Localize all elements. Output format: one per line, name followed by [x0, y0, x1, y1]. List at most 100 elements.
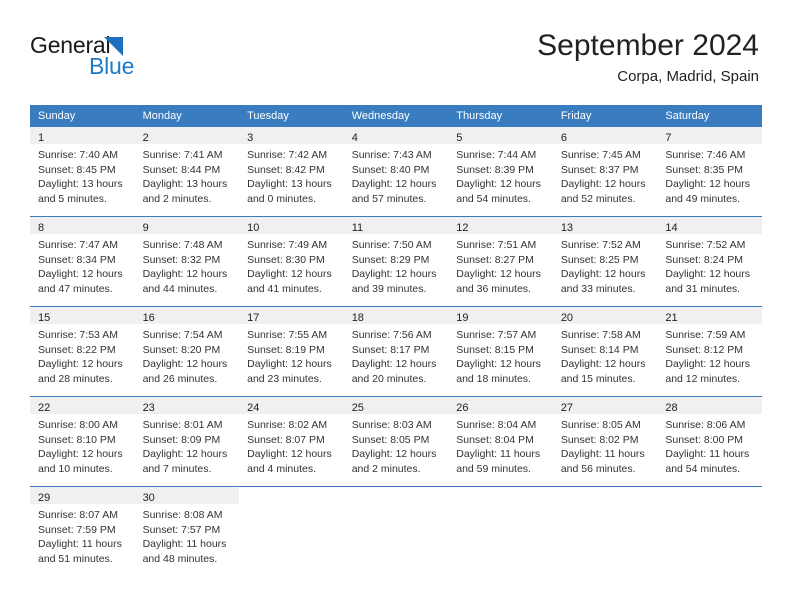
sunrise-time: Sunrise: 7:47 AM — [38, 239, 118, 251]
day-number: 11 — [351, 222, 364, 234]
daylight-duration-line1: Daylight: 12 hours — [38, 268, 123, 281]
day-sun-info: Sunrise: 8:07 AM Sunset: 7:59 PM Daylight:… — [30, 504, 135, 566]
calendar-day-cell[interactable]: 2 Sunrise: 7:41 AM Sunset: 8:44 PM Daylight… — [134, 127, 240, 217]
day-number: 9 — [142, 222, 149, 234]
sunset-time: Sunset: 8:22 PM — [38, 343, 116, 356]
sunrise-time: Sunrise: 7:57 AM — [456, 329, 537, 341]
daylight-duration-line2: and 0 minutes. — [247, 192, 317, 205]
calendar-day-cell[interactable]: 26 Sunrise: 8:04 AM Sunset: 8:04 PM Dayligh… — [448, 396, 553, 487]
day-sun-info: Sunrise: 7:50 AM Sunset: 8:29 PM Daylight:… — [344, 234, 449, 296]
calendar-day-cell[interactable]: 21 Sunrise: 7:59 AM Sunset: 8:12 PM Dayligh… — [657, 306, 762, 397]
sunset-time: Sunset: 7:59 PM — [38, 523, 116, 536]
day-number: 28 — [665, 402, 678, 414]
calendar-day-cell[interactable]: 28 Sunrise: 8:06 AM Sunset: 8:00 PM Dayligh… — [657, 396, 762, 487]
weekday-header-friday: Friday — [552, 105, 658, 127]
sunset-time: Sunset: 8:40 PM — [351, 163, 430, 176]
daylight-duration-line1: Daylight: 12 hours — [456, 268, 541, 281]
weekday-header-monday: Monday — [134, 105, 240, 127]
calendar-day-cell[interactable]: 3 Sunrise: 7:42 AM Sunset: 8:42 PM Daylight… — [239, 127, 344, 217]
calendar-day-cell[interactable]: 29 Sunrise: 8:07 AM Sunset: 7:59 PM Dayligh… — [30, 486, 135, 576]
general-blue-logo[interactable]: General Blue — [30, 32, 210, 88]
day-sun-info: Sunrise: 8:05 AM Sunset: 8:02 PM Daylight:… — [553, 414, 658, 476]
calendar-day-cell[interactable]: 9 Sunrise: 7:48 AM Sunset: 8:32 PM Daylight… — [134, 216, 240, 307]
calendar-day-cell[interactable]: 14 Sunrise: 7:52 AM Sunset: 8:24 PM Dayligh… — [657, 216, 762, 307]
calendar-day-cell[interactable]: 5 Sunrise: 7:44 AM Sunset: 8:39 PM Daylight… — [448, 127, 553, 217]
day-sun-info: Sunrise: 7:44 AM Sunset: 8:39 PM Daylight:… — [448, 144, 553, 206]
weekday-header-thursday: Thursday — [448, 105, 553, 127]
daylight-duration-line1: Daylight: 12 hours — [142, 268, 228, 281]
calendar-day-cell[interactable]: 22 Sunrise: 8:00 AM Sunset: 8:10 PM Dayligh… — [30, 396, 135, 487]
calendar-day-cell[interactable]: 4 Sunrise: 7:43 AM Sunset: 8:40 PM Daylight… — [343, 127, 449, 217]
daylight-duration-line2: and 23 minutes. — [247, 372, 322, 385]
calendar-day-cell[interactable]: 10 Sunrise: 7:49 AM Sunset: 8:30 PM Dayligh… — [239, 216, 344, 307]
calendar-day-cell[interactable]: 19 Sunrise: 7:57 AM Sunset: 8:15 PM Dayligh… — [448, 306, 553, 397]
day-number: 3 — [247, 132, 254, 144]
calendar-day-cell[interactable]: 16 Sunrise: 7:54 AM Sunset: 8:20 PM Dayligh… — [134, 306, 240, 397]
day-sun-info: Sunrise: 8:02 AM Sunset: 8:07 PM Daylight:… — [239, 414, 344, 476]
sunrise-time: Sunrise: 7:41 AM — [142, 149, 223, 161]
weekday-header-saturday: Saturday — [657, 105, 762, 127]
daylight-duration-line2: and 57 minutes. — [351, 192, 427, 205]
calendar-day-cell[interactable]: 15 Sunrise: 7:53 AM Sunset: 8:22 PM Dayligh… — [30, 306, 135, 397]
day-number: 22 — [38, 402, 51, 414]
calendar-day-cell[interactable]: 7 Sunrise: 7:46 AM Sunset: 8:35 PM Daylight… — [657, 127, 762, 217]
calendar-day-cell[interactable]: 12 Sunrise: 7:51 AM Sunset: 8:27 PM Dayligh… — [448, 216, 553, 307]
sunrise-time: Sunrise: 7:55 AM — [247, 329, 328, 341]
daylight-duration-line1: Daylight: 12 hours — [456, 358, 541, 371]
sunset-time: Sunset: 8:24 PM — [665, 253, 744, 266]
calendar-day-cell[interactable]: 17 Sunrise: 7:55 AM Sunset: 8:19 PM Dayligh… — [239, 306, 344, 397]
daylight-duration-line2: and 2 minutes. — [142, 192, 212, 205]
daylight-duration-line2: and 31 minutes. — [665, 282, 741, 295]
calendar-day-cell[interactable]: 20 Sunrise: 7:58 AM Sunset: 8:14 PM Dayligh… — [552, 306, 658, 397]
calendar-day-cell[interactable]: 24 Sunrise: 8:02 AM Sunset: 8:07 PM Dayligh… — [239, 396, 344, 487]
daylight-duration-line1: Daylight: 11 hours — [142, 538, 227, 551]
sunset-time: Sunset: 8:02 PM — [560, 433, 639, 446]
day-sun-info: Sunrise: 7:55 AM Sunset: 8:19 PM Daylight:… — [239, 324, 344, 386]
sunset-time: Sunset: 8:45 PM — [38, 163, 116, 176]
day-number: 1 — [38, 132, 45, 144]
calendar-day-cell[interactable]: 27 Sunrise: 8:05 AM Sunset: 8:02 PM Dayligh… — [552, 396, 658, 487]
day-sun-info: Sunrise: 7:51 AM Sunset: 8:27 PM Daylight:… — [448, 234, 553, 296]
daylight-duration-line2: and 2 minutes. — [351, 462, 421, 475]
calendar-empty-cell — [343, 486, 449, 576]
sunset-time: Sunset: 8:05 PM — [351, 433, 430, 446]
daylight-duration-line1: Daylight: 12 hours — [351, 178, 437, 191]
daylight-duration-line1: Daylight: 12 hours — [560, 358, 646, 371]
daylight-duration-line2: and 56 minutes. — [560, 462, 636, 475]
day-sun-info: Sunrise: 8:03 AM Sunset: 8:05 PM Daylight:… — [344, 414, 449, 476]
sunset-time: Sunset: 7:57 PM — [142, 523, 221, 536]
calendar-day-cell[interactable]: 1 Sunrise: 7:40 AM Sunset: 8:45 PM Daylight… — [30, 127, 135, 217]
calendar-day-cell[interactable]: 8 Sunrise: 7:47 AM Sunset: 8:34 PM Daylight… — [30, 216, 135, 307]
daylight-duration-line1: Daylight: 12 hours — [665, 268, 751, 281]
daylight-duration-line2: and 44 minutes. — [142, 282, 218, 295]
sunrise-time: Sunrise: 7:49 AM — [247, 239, 328, 251]
daylight-duration-line1: Daylight: 12 hours — [456, 178, 541, 191]
calendar-day-cell[interactable]: 23 Sunrise: 8:01 AM Sunset: 8:09 PM Dayligh… — [134, 396, 240, 487]
calendar-day-cell[interactable]: 13 Sunrise: 7:52 AM Sunset: 8:25 PM Dayligh… — [552, 216, 658, 307]
calendar-day-cell[interactable]: 30 Sunrise: 8:08 AM Sunset: 7:57 PM Dayligh… — [134, 486, 240, 576]
logo-text-blue: Blue — [89, 53, 135, 79]
calendar-day-cell[interactable]: 25 Sunrise: 8:03 AM Sunset: 8:05 PM Dayligh… — [343, 396, 449, 487]
sunset-time: Sunset: 8:42 PM — [247, 163, 325, 176]
sunset-time: Sunset: 8:25 PM — [560, 253, 639, 266]
sunrise-time: Sunrise: 8:05 AM — [560, 419, 641, 431]
daylight-duration-line2: and 39 minutes. — [351, 282, 427, 295]
day-number: 25 — [351, 402, 364, 414]
day-sun-info: Sunrise: 7:58 AM Sunset: 8:14 PM Daylight:… — [553, 324, 658, 386]
sunrise-time: Sunrise: 8:04 AM — [456, 419, 537, 431]
calendar-week-row: 1 Sunrise: 7:40 AM Sunset: 8:45 PM Daylight… — [30, 127, 762, 217]
daylight-duration-line1: Daylight: 13 hours — [247, 178, 332, 191]
sunset-time: Sunset: 8:29 PM — [351, 253, 430, 266]
page-subtitle: Corpa, Madrid, Spain — [617, 68, 759, 85]
daylight-duration-line2: and 47 minutes. — [38, 282, 113, 295]
day-number: 6 — [560, 132, 567, 144]
calendar-week-row: 15 Sunrise: 7:53 AM Sunset: 8:22 PM Dayligh… — [30, 306, 762, 397]
daylight-duration-line1: Daylight: 12 hours — [351, 448, 437, 461]
sunrise-time: Sunrise: 7:51 AM — [456, 239, 537, 251]
calendar-day-cell[interactable]: 11 Sunrise: 7:50 AM Sunset: 8:29 PM Dayligh… — [343, 216, 449, 307]
calendar-day-cell[interactable]: 6 Sunrise: 7:45 AM Sunset: 8:37 PM Daylight… — [552, 127, 658, 217]
daylight-duration-line1: Daylight: 11 hours — [456, 448, 541, 461]
sunset-time: Sunset: 8:34 PM — [38, 253, 116, 266]
calendar-day-cell[interactable]: 18 Sunrise: 7:56 AM Sunset: 8:17 PM Dayligh… — [343, 306, 449, 397]
daylight-duration-line1: Daylight: 11 hours — [665, 448, 750, 461]
